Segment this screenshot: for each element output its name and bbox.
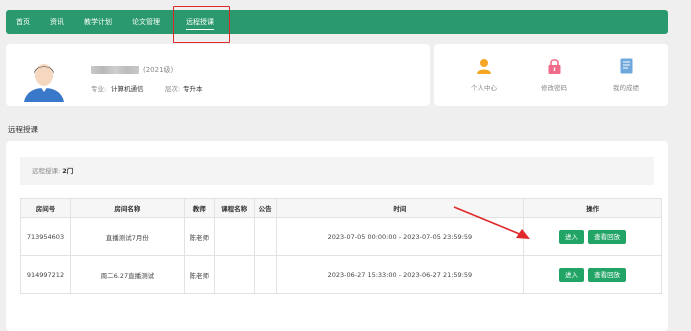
major-label: 专业: <box>91 85 107 93</box>
nav-item-thesis[interactable]: 论文管理 <box>132 10 160 34</box>
summary-label: 远程授课: <box>32 167 61 175</box>
highlight-box <box>173 6 230 43</box>
cell-teacher: 陈老师 <box>183 217 215 256</box>
cell-actions: 进入 查看回放 <box>523 255 662 294</box>
header-course: 课程名称 <box>213 198 255 218</box>
nav-item-teaching-plan[interactable]: 教学计划 <box>84 10 112 34</box>
cell-course <box>213 217 255 256</box>
cell-room-name: 周二6.27直播测试 <box>69 255 185 294</box>
cell-notice <box>253 255 277 294</box>
course-table: 房间号 房间名称 教师 课程名称 公告 时间 操作 713954603 直播测试… <box>20 198 662 294</box>
header-teacher: 教师 <box>183 198 215 218</box>
cell-room-name: 直播测试7月份 <box>69 217 185 256</box>
table-header-row: 房间号 房间名称 教师 课程名称 公告 时间 操作 <box>20 198 662 218</box>
nav-item-home[interactable]: 首页 <box>16 10 30 34</box>
level-label: 层次: <box>165 85 181 93</box>
header-actions: 操作 <box>523 198 662 218</box>
table-row: 914997212 周二6.27直播测试 陈老师 2023-06-27 15:3… <box>20 255 662 294</box>
nav-item-news[interactable]: 资讯 <box>50 10 64 34</box>
summary-count: 2门 <box>62 167 74 175</box>
summary-bar: 远程授课: 2门 <box>20 157 654 185</box>
profile-card: (2021级) 专业: 计算机通信 层次: 专升本 <box>6 44 430 106</box>
enter-button[interactable]: 进入 <box>559 229 585 244</box>
cell-teacher: 陈老师 <box>183 255 215 294</box>
header-room-name: 房间名称 <box>69 198 185 218</box>
header-room-id: 房间号 <box>20 198 71 218</box>
remote-teaching-panel: 远程授课: 2门 房间号 房间名称 教师 课程名称 公告 时间 操作 71395… <box>6 141 668 331</box>
quick-link-change-password[interactable]: 修改密码 <box>526 58 582 92</box>
view-replay-button[interactable]: 查看回放 <box>588 229 627 244</box>
cell-actions: 进入 查看回放 <box>523 217 662 256</box>
cell-time: 2023-06-27 15:33:00 - 2023-06-27 21:59:5… <box>275 255 525 294</box>
quick-link-my-grades[interactable]: 我的成绩 <box>598 58 654 92</box>
section-title: 远程授课 <box>8 125 38 134</box>
cell-notice <box>253 217 277 256</box>
quick-links-card: 个人中心 修改密码 我的成绩 <box>434 44 668 106</box>
student-name-blurred <box>91 66 139 74</box>
enter-button[interactable]: 进入 <box>559 267 585 282</box>
grade-label: (2021级) <box>143 66 174 74</box>
lock-icon <box>548 59 560 74</box>
user-icon <box>477 59 491 74</box>
quick-link-personal-center[interactable]: 个人中心 <box>456 58 512 92</box>
cell-room-id: 914997212 <box>20 255 71 294</box>
avatar <box>24 64 64 102</box>
grade-icon <box>620 58 632 74</box>
level-value: 专升本 <box>183 85 203 93</box>
cell-course <box>213 255 255 294</box>
header-notice: 公告 <box>253 198 277 218</box>
cell-room-id: 713954603 <box>20 217 71 256</box>
major-value: 计算机通信 <box>111 85 144 93</box>
table-row: 713954603 直播测试7月份 陈老师 2023-07-05 00:00:0… <box>20 217 662 256</box>
view-replay-button[interactable]: 查看回放 <box>588 267 627 282</box>
annotation-arrow-icon <box>453 206 530 239</box>
top-nav-bar: 首页 资讯 教学计划 论文管理 远程授课 <box>6 10 668 34</box>
